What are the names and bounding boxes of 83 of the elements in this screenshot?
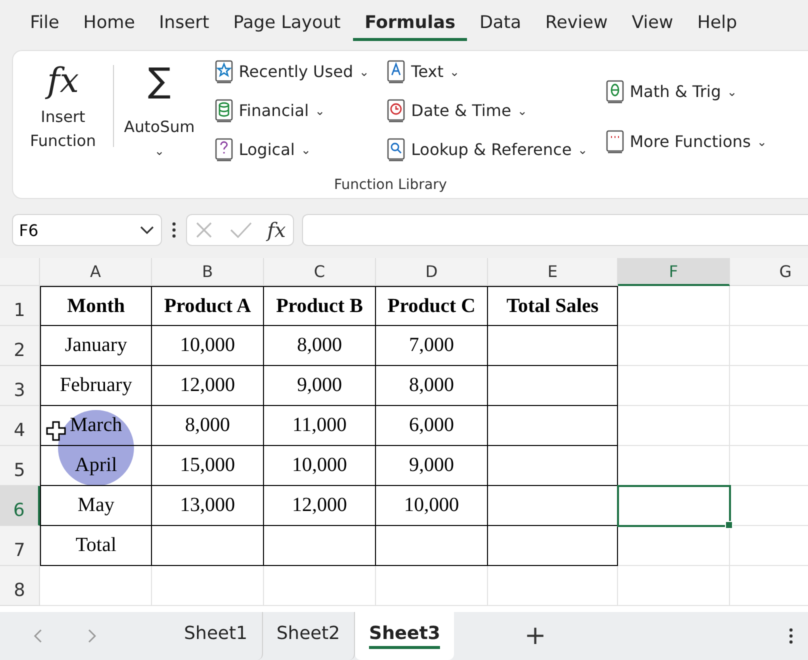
function-category-button[interactable]: Lookup & Reference ⌄ [387,134,588,165]
ribbon-tab[interactable]: Data [467,8,534,41]
table-cell: April [40,446,152,486]
row-header[interactable]: 4 [0,406,40,446]
add-sheet-button[interactable]: + [524,621,546,652]
ribbon-tab[interactable]: Insert [146,8,222,41]
row-header[interactable]: 8 [0,566,40,606]
table-cell: May [40,486,152,526]
ribbon-tab[interactable]: Formulas [352,8,468,41]
table-cell: Total Sales [488,286,618,326]
table-cell: 15,000 [152,446,264,486]
table-cell: Month [40,286,152,326]
ribbon-tab[interactable]: Help [685,8,750,41]
plus-cursor-icon [45,420,67,442]
column-header[interactable]: G [730,258,808,286]
column-header[interactable]: D [376,258,488,286]
table-cell: February [40,366,152,406]
table-cell: 8,000 [264,326,376,366]
sheet-tab[interactable]: Sheet3 [355,612,454,660]
table-cell: Total [40,526,152,566]
question-book-icon [214,138,233,162]
table-cell: Product C [376,286,488,326]
row-header[interactable]: 6 [0,486,40,526]
table-cell: 10,000 [376,486,488,526]
chevron-down-icon [139,225,155,236]
column-header[interactable]: E [488,258,618,286]
function-category-button[interactable]: Recently Used ⌄ [214,56,370,87]
row-header[interactable]: 1 [0,286,40,326]
more-options-icon[interactable] [170,221,178,240]
ribbon-tab[interactable]: Review [533,8,620,41]
dots-book-icon [606,130,624,154]
table-cell: 8,000 [376,366,488,406]
star-book-icon [214,60,233,84]
enter-icon[interactable] [228,220,253,240]
table-cell: Product A [152,286,264,326]
table-cell: 6,000 [376,406,488,446]
ribbon-tab[interactable]: Page Layout [221,8,353,41]
table-cell: 10,000 [264,446,376,486]
sheet-tab[interactable]: Sheet1 [170,612,262,660]
table-cell: 9,000 [264,366,376,406]
cancel-icon[interactable] [194,220,214,240]
table-cell: Product B [264,286,376,326]
row-header[interactable]: 2 [0,326,40,366]
function-category-button[interactable]: Logical ⌄ [214,134,370,165]
function-category-button[interactable]: Math & Trig ⌄ [606,76,767,107]
row-header[interactable]: 5 [0,446,40,486]
table-cell: 12,000 [152,366,264,406]
column-header[interactable]: B [152,258,264,286]
table-cell: 8,000 [152,406,264,446]
function-category-button[interactable]: Financial ⌄ [214,96,370,126]
ribbon-tab[interactable]: File [18,8,72,41]
group-label: Function Library [333,176,448,193]
ribbon-tab[interactable]: Home [71,8,147,41]
table-cell: 7,000 [376,326,488,366]
insert-function-button[interactable]: fx Insert Function [13,56,113,177]
autosum-button[interactable]: ∑ AutoSum ⌄ [114,56,205,177]
row-header[interactable]: 3 [0,366,40,406]
function-category-button[interactable]: Text ⌄ [387,56,588,87]
column-header[interactable]: F [618,258,730,286]
active-cell[interactable] [618,486,730,526]
select-all-corner[interactable] [0,258,40,286]
function-category-button[interactable]: More Functions ⌄ [606,126,767,157]
table-cell: 13,000 [152,486,264,526]
more-options-icon[interactable] [788,627,794,646]
table-cell: 11,000 [264,406,376,446]
magnifier-book-icon [387,138,406,162]
fill-handle[interactable] [725,521,733,530]
column-header[interactable]: C [264,258,376,286]
table-cell: 10,000 [152,326,264,366]
database-book-icon [214,98,233,123]
ribbon-tab[interactable]: View [620,8,686,41]
clock-book-icon [387,98,406,123]
formula-input[interactable] [302,214,808,246]
table-cell: January [40,326,152,366]
letter-book-icon [387,60,406,84]
table-cell: 9,000 [376,446,488,486]
function-category-button[interactable]: Date & Time ⌄ [387,96,588,126]
theta-book-icon [606,80,624,104]
insert-function-button[interactable]: fx [267,218,286,242]
column-header[interactable]: A [40,258,152,286]
table-cell: 12,000 [264,486,376,526]
name-box[interactable]: F6 [12,214,162,246]
row-header[interactable]: 7 [0,526,40,566]
